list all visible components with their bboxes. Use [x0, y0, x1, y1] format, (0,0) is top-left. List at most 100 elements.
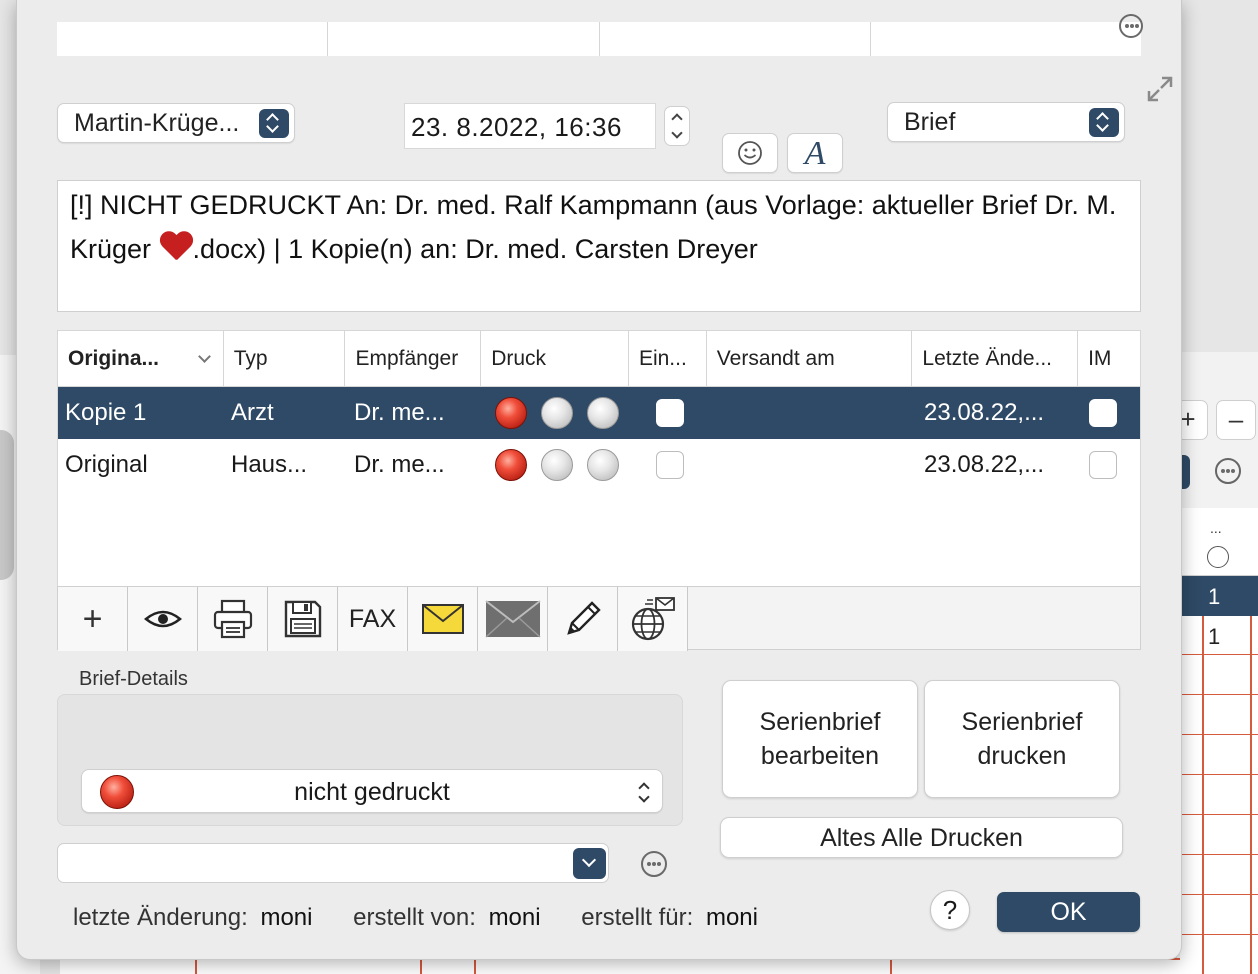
created-by-label: erstellt von:: [353, 904, 476, 931]
column-header[interactable]: Versandt am: [707, 331, 913, 387]
cell-recipient: Dr. me...: [354, 451, 445, 478]
save-button[interactable]: [268, 587, 338, 651]
date-stepper[interactable]: [664, 106, 690, 146]
brief-details-label: Brief-Details: [79, 668, 188, 690]
table-row[interactable]: Original Haus... Dr. me... 23.08.22,...: [58, 439, 1140, 491]
eye-icon: [143, 610, 182, 628]
serial-letter-print-label: Serienbrief drucken: [961, 708, 1083, 770]
more-options-icon[interactable]: [641, 851, 667, 877]
top-field[interactable]: [871, 22, 1141, 56]
smiley-icon: [738, 141, 762, 165]
cell-last-change: 23.08.22,...: [924, 399, 1045, 426]
background-scroll-handle[interactable]: [0, 430, 14, 580]
status-off-light-icon[interactable]: [541, 397, 573, 429]
combo-dropdown-button[interactable]: [573, 848, 606, 879]
document-type-select[interactable]: Brief: [887, 102, 1125, 142]
column-header[interactable]: Empfänger: [345, 331, 482, 387]
cell-last-change: 23.08.22,...: [924, 451, 1045, 478]
background-grid-header-label: ...: [1210, 520, 1222, 536]
letter-dialog: Martin-Krüge... 23. 8.2022, 16:36 A Brie…: [16, 0, 1182, 960]
cell-original: Original: [65, 451, 148, 478]
ok-button[interactable]: OK: [997, 892, 1140, 932]
im-checkbox[interactable]: [1089, 451, 1117, 479]
column-header[interactable]: Typ: [224, 331, 346, 387]
created-for-value: moni: [705, 904, 758, 931]
enclosure-checkbox[interactable]: [656, 399, 684, 427]
preview-button[interactable]: [128, 587, 198, 651]
top-field[interactable]: [600, 22, 871, 56]
mail-icon: [484, 600, 541, 638]
help-button[interactable]: ?: [930, 890, 970, 930]
more-options-icon[interactable]: [1119, 14, 1143, 38]
author-select-value: Martin-Krüge...: [74, 109, 240, 137]
email-button[interactable]: [408, 587, 478, 651]
background-bottom-grid: [60, 958, 1180, 974]
extra-combo-field[interactable]: [57, 843, 609, 883]
letter-mail-button[interactable]: [478, 587, 548, 651]
floppy-disk-icon: [284, 600, 321, 638]
envelope-icon: [421, 604, 464, 634]
enclosure-checkbox[interactable]: [656, 451, 684, 479]
document-type-value: Brief: [904, 108, 956, 136]
table-header: Origina... Typ Empfänger Druck Ein... Versand…: [58, 331, 1140, 387]
table-row[interactable]: Kopie 1 Arzt Dr. me... 23.08.22,...: [58, 387, 1140, 439]
background-grid-radio[interactable]: [1207, 546, 1229, 568]
pencil-icon: [566, 601, 601, 635]
letter-description-text[interactable]: [!] NICHT GEDRUCKT An: Dr. med. Ralf Kam…: [57, 180, 1141, 312]
background-more-icon[interactable]: [1215, 458, 1241, 484]
globe-mail-icon: [631, 597, 675, 641]
plus-icon: +: [82, 600, 103, 638]
column-header[interactable]: Druck: [481, 331, 629, 387]
top-field[interactable]: [328, 22, 600, 56]
column-header[interactable]: Origina...: [58, 331, 224, 387]
top-field-row: [57, 22, 1141, 56]
fax-button[interactable]: FAX: [338, 587, 408, 651]
printer-icon: [213, 599, 252, 639]
status-off-light-icon[interactable]: [541, 449, 573, 481]
column-header[interactable]: IM: [1078, 331, 1140, 387]
add-button[interactable]: +: [58, 587, 128, 651]
status-red-light-icon[interactable]: [495, 397, 527, 429]
cell-recipient: Dr. me...: [354, 399, 445, 426]
last-change-label: letzte Änderung:: [73, 904, 248, 931]
print-status-select[interactable]: nicht gedruckt: [81, 769, 663, 813]
heart-icon: [159, 232, 193, 262]
background-grid-cell: 1: [1208, 584, 1221, 609]
stepper-up-icon[interactable]: [671, 113, 683, 125]
print-all-old-button[interactable]: Altes Alle Drucken: [720, 817, 1123, 858]
im-checkbox[interactable]: [1089, 399, 1117, 427]
date-field[interactable]: 23. 8.2022, 16:36: [404, 103, 656, 149]
print-button[interactable]: [198, 587, 268, 651]
edit-button[interactable]: [548, 587, 618, 651]
updown-chevron-icon: [638, 782, 650, 802]
status-off-light-icon[interactable]: [587, 397, 619, 429]
created-by-value: moni: [488, 904, 541, 931]
serial-letter-edit-button[interactable]: Serienbrief bearbeiten: [722, 680, 918, 798]
serial-letter-print-button[interactable]: Serienbrief drucken: [924, 680, 1120, 798]
top-field[interactable]: [57, 22, 329, 56]
column-header[interactable]: Letzte Ände...: [912, 331, 1079, 387]
online-send-button[interactable]: [618, 587, 688, 651]
status-off-light-icon[interactable]: [587, 449, 619, 481]
background-grid-cell: 1: [1208, 624, 1221, 649]
background-remove-button[interactable]: –: [1216, 400, 1256, 440]
created-for-label: erstellt für:: [581, 904, 694, 931]
author-select[interactable]: Martin-Krüge...: [57, 103, 295, 143]
font-button[interactable]: A: [787, 133, 843, 173]
expand-icon[interactable]: [1145, 74, 1175, 104]
last-change-value: moni: [260, 904, 313, 931]
font-icon: A: [804, 135, 826, 172]
emoji-button[interactable]: [722, 133, 778, 173]
stepper-down-icon[interactable]: [671, 127, 683, 139]
cell-original: Kopie 1: [65, 399, 147, 426]
popup-arrows-icon: [259, 109, 289, 138]
status-red-light-icon: [100, 775, 134, 809]
column-header[interactable]: Ein...: [629, 331, 707, 387]
action-toolbar: + FAX: [57, 586, 1141, 651]
cell-type: Arzt: [231, 399, 274, 426]
cell-type: Haus...: [231, 451, 308, 478]
status-red-light-icon[interactable]: [495, 449, 527, 481]
footer-info: letzte Änderung: moni erstellt von: moni…: [73, 904, 792, 932]
sort-chevron-icon: [197, 350, 211, 363]
popup-arrows-icon: [1089, 108, 1119, 137]
